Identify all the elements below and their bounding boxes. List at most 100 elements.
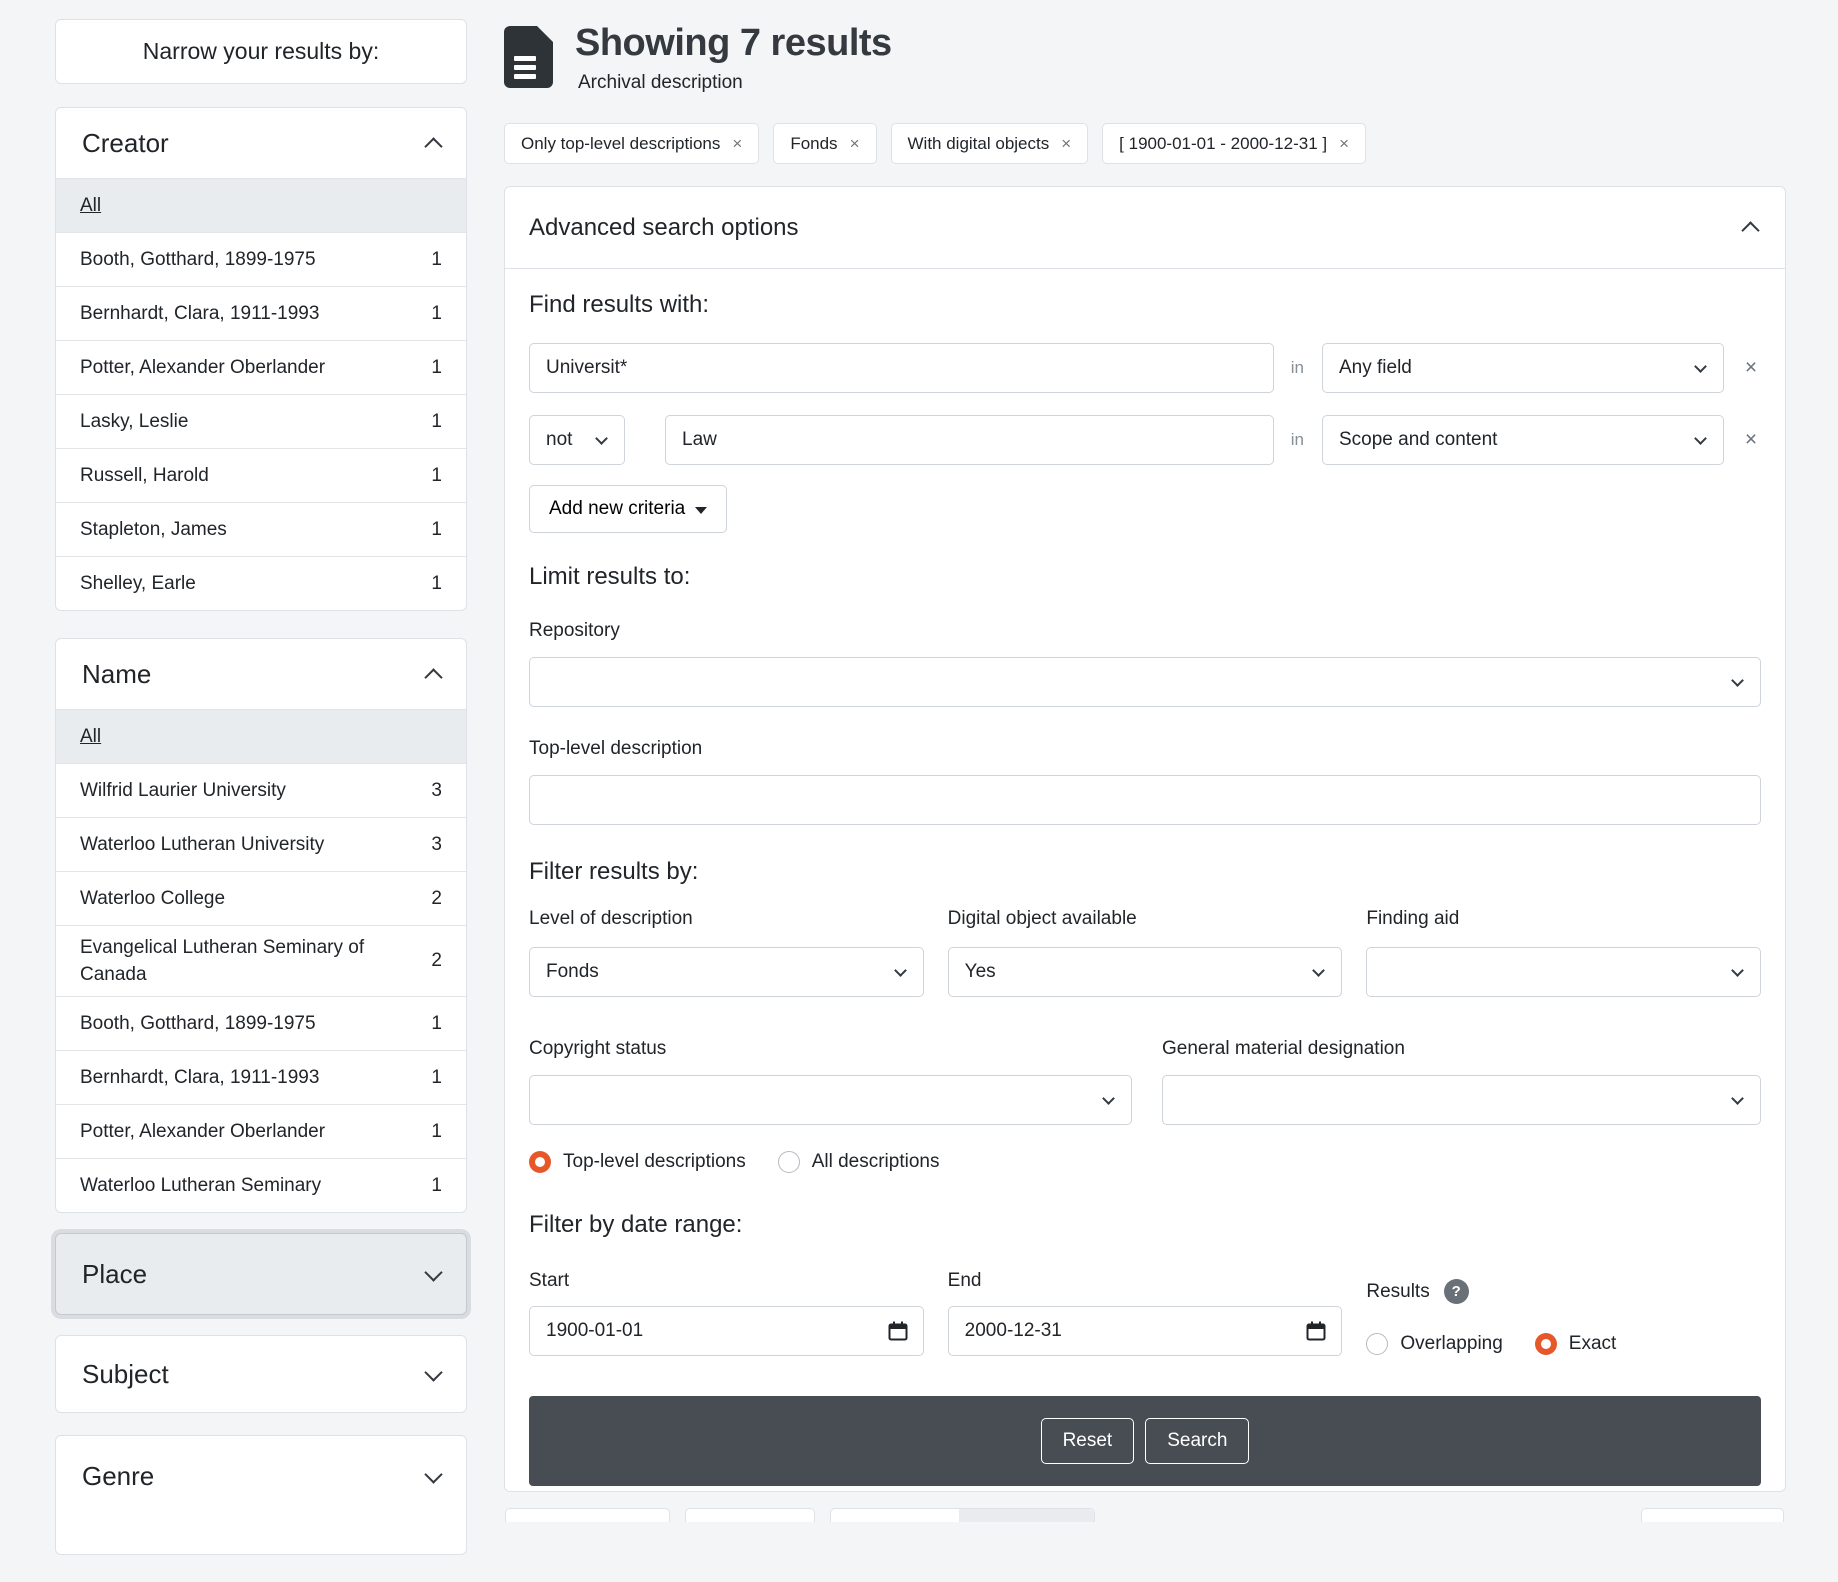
help-icon[interactable]: ? bbox=[1444, 1279, 1469, 1304]
facet-place-header[interactable]: Place bbox=[56, 1234, 466, 1314]
facet-item-label: Waterloo Lutheran Seminary bbox=[80, 1172, 321, 1199]
facet-item[interactable]: Potter, Alexander Oberlander 1 bbox=[56, 1104, 466, 1158]
facet-item[interactable]: Shelley, Earle 1 bbox=[56, 556, 466, 610]
facet-item-count: 1 bbox=[431, 249, 442, 271]
facet-item-label: Wilfrid Laurier University bbox=[80, 777, 286, 804]
operator-select-value: not bbox=[546, 429, 572, 451]
general-material-designation-select[interactable] bbox=[1162, 1075, 1761, 1125]
copyright-status-select[interactable] bbox=[529, 1075, 1132, 1125]
facet-item[interactable]: Potter, Alexander Oberlander 1 bbox=[56, 340, 466, 394]
all-descriptions-radio[interactable] bbox=[778, 1151, 800, 1173]
search-criteria-row: not in Scope and content × bbox=[529, 415, 1761, 465]
digital-object-available-select[interactable]: Yes bbox=[948, 947, 1343, 997]
facet-item-count: 1 bbox=[431, 411, 442, 433]
remove-criteria-icon[interactable]: × bbox=[1741, 428, 1761, 452]
facet-subject-header[interactable]: Subject bbox=[56, 1336, 466, 1412]
facet-place: Place bbox=[55, 1233, 467, 1315]
facet-item-label: Potter, Alexander Oberlander bbox=[80, 1118, 325, 1145]
facet-item[interactable]: Waterloo Lutheran Seminary 1 bbox=[56, 1158, 466, 1212]
facet-item-label: Stapleton, James bbox=[80, 516, 227, 543]
archival-description-icon bbox=[504, 26, 553, 88]
search-button[interactable]: Search bbox=[1145, 1418, 1249, 1464]
facet-genre-label: Genre bbox=[82, 1461, 154, 1492]
facet-item-count: 1 bbox=[431, 465, 442, 487]
facet-item[interactable]: Evangelical Lutheran Seminary of Canada … bbox=[56, 925, 466, 996]
finding-aid-label: Finding aid bbox=[1366, 907, 1761, 931]
overlapping-radio-label[interactable]: Overlapping bbox=[1400, 1333, 1502, 1355]
facet-item[interactable]: Waterloo College 2 bbox=[56, 871, 466, 925]
remove-filter-icon[interactable]: × bbox=[1339, 134, 1349, 154]
field-select[interactable]: Any field bbox=[1322, 343, 1724, 393]
filter-results-heading: Filter results by: bbox=[529, 858, 1761, 886]
facet-item[interactable]: Lasky, Leslie 1 bbox=[56, 394, 466, 448]
top-level-descriptions-radio[interactable] bbox=[529, 1151, 551, 1173]
main-content: Showing 7 results Archival description O… bbox=[504, 22, 1786, 1492]
cutoff-control[interactable] bbox=[830, 1508, 1095, 1522]
reset-button[interactable]: Reset bbox=[1041, 1418, 1135, 1464]
calendar-icon[interactable] bbox=[887, 1320, 909, 1342]
facet-item-label: All bbox=[80, 723, 101, 750]
facet-subject: Subject bbox=[55, 1335, 467, 1413]
query-input[interactable] bbox=[529, 343, 1274, 393]
filter-tag-label: Only top-level descriptions bbox=[521, 134, 720, 154]
remove-filter-icon[interactable]: × bbox=[1061, 134, 1071, 154]
remove-filter-icon[interactable]: × bbox=[732, 134, 742, 154]
cutoff-control[interactable] bbox=[505, 1508, 670, 1522]
search-criteria-row: in Any field × bbox=[529, 343, 1761, 393]
start-date-input[interactable] bbox=[529, 1306, 924, 1356]
level-of-description-select[interactable]: Fonds bbox=[529, 947, 924, 997]
facet-genre-header[interactable]: Genre bbox=[56, 1436, 466, 1516]
remove-criteria-icon[interactable]: × bbox=[1741, 356, 1761, 380]
icon-line bbox=[514, 74, 536, 79]
remove-filter-icon[interactable]: × bbox=[850, 134, 860, 154]
exact-radio-label[interactable]: Exact bbox=[1569, 1333, 1617, 1355]
facet-creator: Creator All Booth, Gotthard, 1899-1975 1… bbox=[55, 107, 467, 611]
calendar-icon[interactable] bbox=[1305, 1320, 1327, 1342]
field-select[interactable]: Scope and content bbox=[1322, 415, 1724, 465]
limit-results-heading: Limit results to: bbox=[529, 563, 1761, 591]
field-select-value: Any field bbox=[1339, 357, 1412, 379]
facet-item[interactable]: Bernhardt, Clara, 1911-1993 1 bbox=[56, 1050, 466, 1104]
chevron-down-icon bbox=[894, 964, 907, 977]
facet-item[interactable]: Russell, Harold 1 bbox=[56, 448, 466, 502]
filter-tag-label: [ 1900-01-01 - 2000-12-31 ] bbox=[1119, 134, 1327, 154]
facet-creator-all[interactable]: All bbox=[56, 178, 466, 232]
repository-select[interactable] bbox=[529, 657, 1761, 707]
finding-aid-select[interactable] bbox=[1366, 947, 1761, 997]
facet-place-label: Place bbox=[82, 1259, 147, 1290]
add-new-criteria-button[interactable]: Add new criteria bbox=[529, 485, 727, 533]
facet-sidebar: Narrow your results by: Creator All Boot… bbox=[55, 19, 467, 1582]
facet-genre: Genre bbox=[55, 1435, 467, 1555]
query-input[interactable] bbox=[665, 415, 1274, 465]
facet-item[interactable]: Stapleton, James 1 bbox=[56, 502, 466, 556]
all-descriptions-radio-label[interactable]: All descriptions bbox=[812, 1151, 940, 1173]
operator-select[interactable]: not bbox=[529, 415, 625, 465]
start-label: Start bbox=[529, 1269, 924, 1293]
overlapping-radio[interactable] bbox=[1366, 1333, 1388, 1355]
caret-down-icon bbox=[695, 507, 707, 514]
filter-tag-row: Only top-level descriptions × Fonds × Wi… bbox=[504, 123, 1786, 164]
facet-item[interactable]: Bernhardt, Clara, 1911-1993 1 bbox=[56, 286, 466, 340]
page-subtitle: Archival description bbox=[578, 72, 892, 94]
cutoff-control[interactable] bbox=[1641, 1508, 1784, 1522]
general-material-designation-label: General material designation bbox=[1162, 1037, 1761, 1061]
facet-item[interactable]: Booth, Gotthard, 1899-1975 1 bbox=[56, 996, 466, 1050]
top-level-description-input[interactable] bbox=[529, 775, 1761, 825]
cutoff-control[interactable] bbox=[685, 1508, 815, 1522]
field-select-value: Scope and content bbox=[1339, 429, 1497, 451]
chevron-up-icon bbox=[1741, 221, 1759, 239]
top-level-descriptions-radio-label[interactable]: Top-level descriptions bbox=[563, 1151, 746, 1173]
exact-radio[interactable] bbox=[1535, 1333, 1557, 1355]
facet-creator-header[interactable]: Creator bbox=[56, 108, 466, 178]
level-select-value: Fonds bbox=[546, 961, 599, 983]
facet-name-all[interactable]: All bbox=[56, 709, 466, 763]
facet-item[interactable]: Waterloo Lutheran University 3 bbox=[56, 817, 466, 871]
facet-item[interactable]: Booth, Gotthard, 1899-1975 1 bbox=[56, 232, 466, 286]
filter-tag: Fonds × bbox=[773, 123, 876, 164]
facet-item-label: Russell, Harold bbox=[80, 462, 209, 489]
end-date-input[interactable] bbox=[948, 1306, 1343, 1356]
results-header: Showing 7 results Archival description bbox=[504, 22, 1786, 94]
facet-item[interactable]: Wilfrid Laurier University 3 bbox=[56, 763, 466, 817]
facet-name-header[interactable]: Name bbox=[56, 639, 466, 709]
advanced-search-header[interactable]: Advanced search options bbox=[505, 187, 1785, 269]
